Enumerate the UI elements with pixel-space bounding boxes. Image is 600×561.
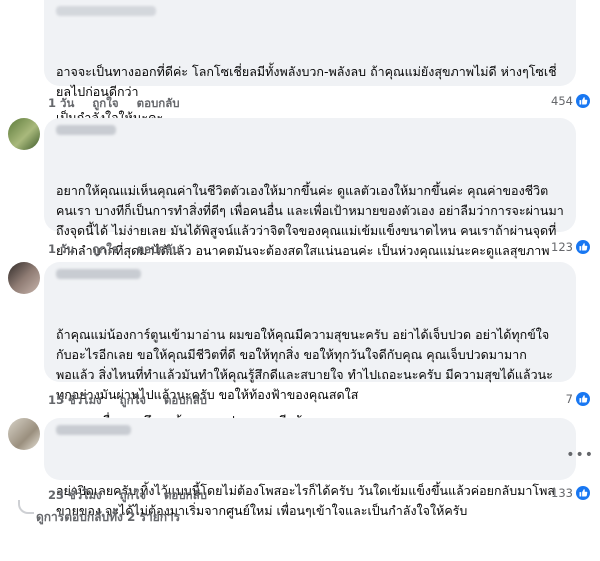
like-icon (576, 240, 590, 254)
like-button[interactable]: ถูกใจ (92, 95, 118, 113)
reaction-count[interactable]: 123 (551, 240, 590, 254)
avatar[interactable] (8, 262, 40, 294)
reply-button[interactable]: ตอบกลับ (137, 241, 180, 259)
reaction-count[interactable]: 133 (551, 486, 590, 500)
like-icon (576, 94, 590, 108)
reply-button[interactable]: ตอบกลับ (164, 487, 207, 505)
comment-bubble: ถ้าคุณแม่น้องการ์ตูนเข้ามาอ่าน ผมขอให้คุ… (44, 262, 576, 428)
commenter-name[interactable] (56, 269, 141, 279)
commenter-name[interactable] (56, 6, 156, 16)
like-icon (576, 392, 590, 406)
timestamp[interactable]: 1 วัน (48, 95, 74, 113)
timestamp[interactable]: 1 วัน (48, 241, 74, 259)
commenter-name[interactable] (56, 125, 116, 135)
comment-actions: 1 วัน ถูกใจ ตอบกลับ (48, 95, 180, 113)
reply-button[interactable]: ตอบกลับ (137, 95, 180, 113)
more-options-icon[interactable]: ••• (566, 447, 594, 463)
like-button[interactable]: ถูกใจ (120, 487, 146, 505)
comment-actions: 1 วัน ถูกใจ ตอบกลับ (48, 241, 180, 259)
commenter-name[interactable] (56, 425, 131, 435)
avatar[interactable] (8, 418, 40, 450)
comment-actions: 15 ชั่วโมง ถูกใจ ตอบกลับ (48, 392, 207, 410)
like-button[interactable]: ถูกใจ (92, 241, 118, 259)
timestamp[interactable]: 15 ชั่วโมง (48, 392, 102, 410)
like-icon (576, 486, 590, 500)
comment-bubble: อาจจะเป็นทางออกที่ดีค่ะ โลกโซเชี่ยลมีทั้… (44, 0, 576, 125)
reply-button[interactable]: ตอบกลับ (164, 392, 207, 410)
comment-bubble: อยากให้คุณแม่เห็นคุณค่าในชีวิตตัวเองให้ม… (44, 118, 576, 278)
comment-bubble: อย่าปิดเลยครับ ทิ้งไว้แบบนี้โดยไม่ต้องโพ… (44, 418, 576, 518)
comment-actions: 23 ชั่วโมง ถูกใจ ตอบกลับ (48, 487, 207, 505)
reply-thread-line (18, 500, 34, 514)
view-more-replies-link[interactable]: ดูการตอบกลับทั้ง 2 รายการ (36, 508, 180, 527)
timestamp[interactable]: 23 ชั่วโมง (48, 487, 102, 505)
reaction-count[interactable]: 7 (566, 392, 590, 406)
reaction-count[interactable]: 454 (551, 94, 590, 108)
avatar[interactable] (8, 118, 40, 150)
like-button[interactable]: ถูกใจ (120, 392, 146, 410)
